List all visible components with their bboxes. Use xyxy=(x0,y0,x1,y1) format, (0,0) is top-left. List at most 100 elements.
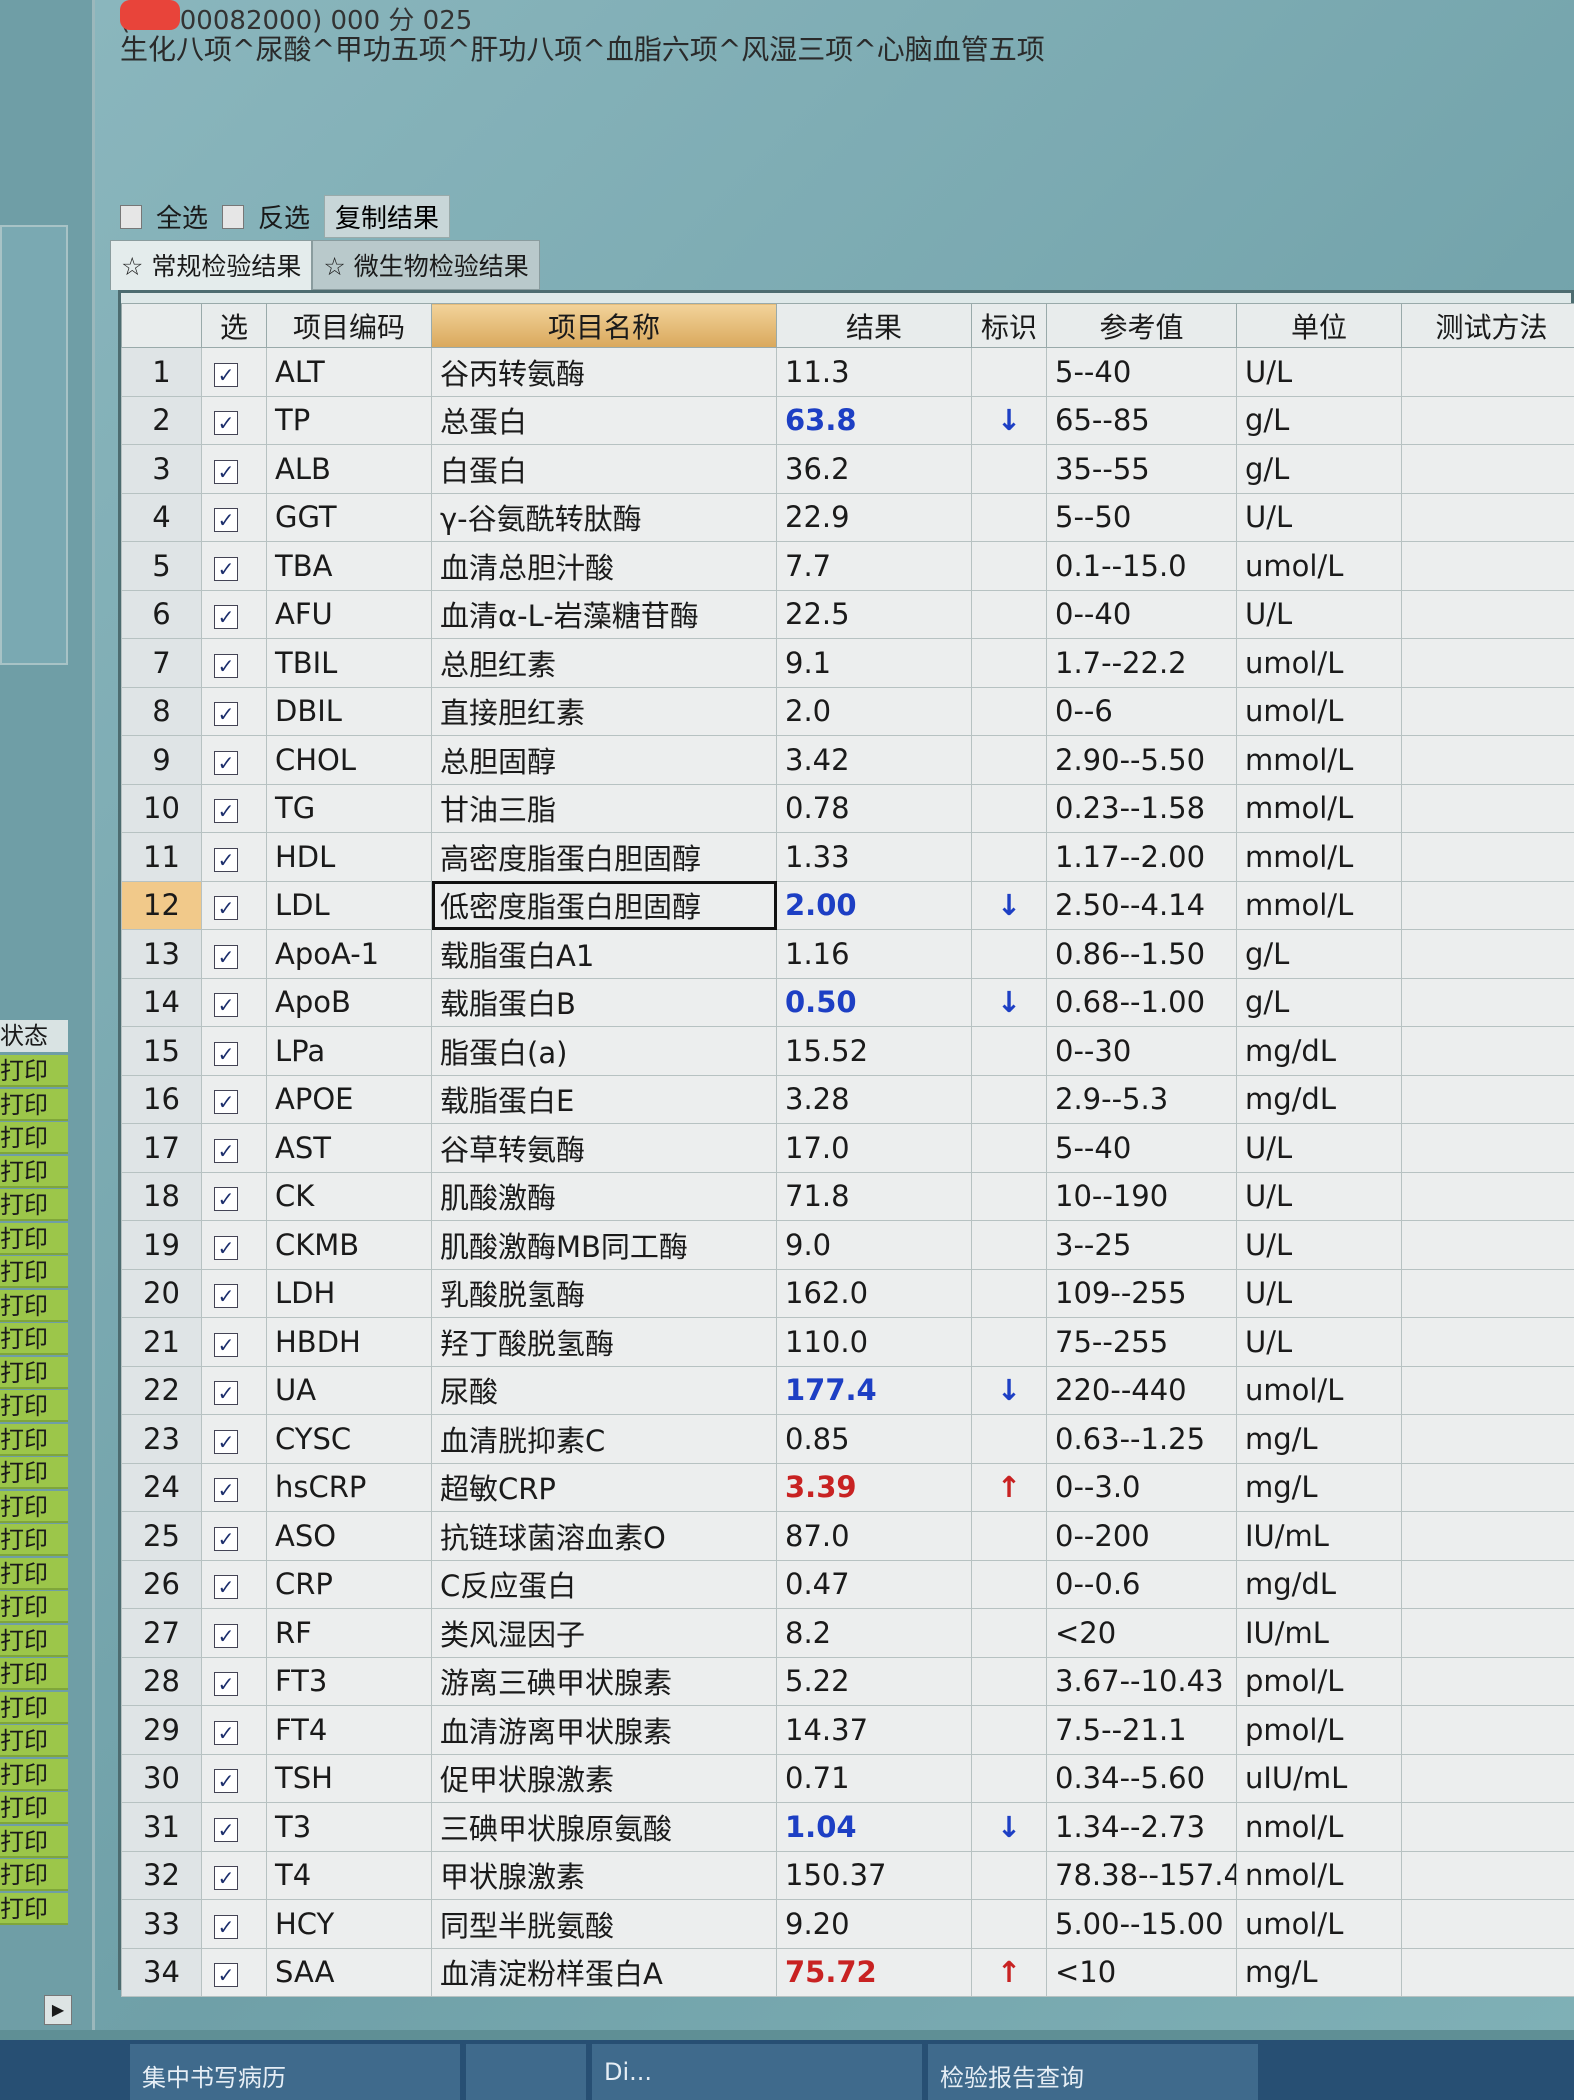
status-cell[interactable]: 打印 xyxy=(0,1222,68,1255)
table-row[interactable]: 30 ✓ TSH 促甲状腺激素 0.71 0.34--5.60 uIU/mL xyxy=(121,1753,1574,1803)
table-row[interactable]: 28 ✓ FT3 游离三碘甲状腺素 5.22 3.67--10.43 pmol/L xyxy=(121,1656,1574,1706)
table-row[interactable]: 16 ✓ APOE 载脂蛋白E 3.28 2.9--5.3 mg/dL xyxy=(121,1074,1574,1124)
select-header[interactable]: 选 xyxy=(201,303,267,348)
item-name[interactable]: C反应蛋白 xyxy=(431,1559,777,1609)
row-number[interactable]: 14 xyxy=(121,977,202,1027)
row-select-cell[interactable]: ✓ xyxy=(201,977,267,1027)
table-row[interactable]: 15 ✓ LPa 脂蛋白(a) 15.52 0--30 mg/dL xyxy=(121,1026,1574,1076)
row-checkbox[interactable]: ✓ xyxy=(214,1672,238,1697)
row-checkbox[interactable]: ✓ xyxy=(214,944,238,969)
item-name[interactable]: 同型半胱氨酸 xyxy=(431,1899,777,1949)
row-select-cell[interactable]: ✓ xyxy=(201,1899,267,1949)
row-select-cell[interactable]: ✓ xyxy=(201,1074,267,1124)
item-name[interactable]: 血清淀粉样蛋白A xyxy=(431,1947,777,1997)
row-select-cell[interactable]: ✓ xyxy=(201,1753,267,1803)
table-row[interactable]: 10 ✓ TG 甘油三脂 0.78 0.23--1.58 mmol/L xyxy=(121,783,1574,833)
status-cell[interactable]: 打印 xyxy=(0,1323,68,1355)
row-checkbox[interactable]: ✓ xyxy=(214,508,238,533)
row-number[interactable]: 32 xyxy=(121,1850,202,1900)
row-checkbox[interactable]: ✓ xyxy=(214,1429,238,1454)
row-checkbox[interactable]: ✓ xyxy=(214,1041,238,1066)
row-checkbox[interactable]: ✓ xyxy=(214,1381,238,1406)
table-row[interactable]: 11 ✓ HDL 高密度脂蛋白胆固醇 1.33 1.17--2.00 mmol/L xyxy=(121,832,1574,882)
row-checkbox[interactable]: ✓ xyxy=(214,1090,238,1115)
table-row[interactable]: 22 ✓ UA 尿酸 177.4 ↓ 220--440 umol/L xyxy=(121,1365,1574,1415)
status-cell[interactable]: 打印 xyxy=(0,1825,68,1858)
row-checkbox[interactable]: ✓ xyxy=(214,750,238,775)
table-row[interactable]: 23 ✓ CYSC 血清胱抑素C 0.85 0.63--1.25 mg/L xyxy=(121,1414,1574,1464)
table-row[interactable]: 18 ✓ CK 肌酸激酶 71.8 10--190 U/L xyxy=(121,1171,1574,1221)
status-cell[interactable]: 打印 xyxy=(0,1356,68,1389)
row-number[interactable]: 16 xyxy=(121,1074,202,1124)
table-row[interactable]: 17 ✓ AST 谷草转氨酶 17.0 5--40 U/L xyxy=(121,1123,1574,1173)
row-checkbox[interactable]: ✓ xyxy=(214,1478,238,1503)
row-select-cell[interactable]: ✓ xyxy=(201,1171,267,1221)
row-number[interactable]: 23 xyxy=(121,1414,202,1464)
table-row[interactable]: 14 ✓ ApoB 载脂蛋白B 0.50 ↓ 0.68--1.00 g/L xyxy=(121,977,1574,1027)
row-select-cell[interactable]: ✓ xyxy=(201,1365,267,1415)
item-name[interactable]: 载脂蛋白E xyxy=(431,1074,777,1124)
invert-selection-label[interactable]: 反选 xyxy=(258,198,310,235)
taskbar-item[interactable]: 集中书写病历 xyxy=(130,2044,460,2100)
status-cell[interactable]: 打印 xyxy=(0,1055,68,1087)
row-number[interactable]: 13 xyxy=(121,929,202,979)
tab-microbiology-results[interactable]: ☆ 微生物检验结果 xyxy=(312,240,540,290)
row-checkbox[interactable]: ✓ xyxy=(214,993,238,1018)
row-number[interactable]: 18 xyxy=(121,1171,202,1221)
scroll-right-arrow-icon[interactable]: ▶ xyxy=(44,1995,72,2025)
status-cell[interactable]: 打印 xyxy=(0,1524,68,1556)
row-number[interactable]: 25 xyxy=(121,1511,202,1561)
item-name[interactable]: 谷丙转氨酶 xyxy=(431,347,777,397)
row-checkbox[interactable]: ✓ xyxy=(214,702,238,727)
row-select-cell[interactable]: ✓ xyxy=(201,444,267,494)
row-number[interactable]: 24 xyxy=(121,1462,202,1512)
row-checkbox[interactable]: ✓ xyxy=(214,1623,238,1648)
row-number-header[interactable] xyxy=(121,303,202,348)
row-select-cell[interactable]: ✓ xyxy=(201,1268,267,1318)
select-all-label[interactable]: 全选 xyxy=(156,198,208,235)
table-row[interactable]: 1 ✓ ALT 谷丙转氨酶 11.3 5--40 U/L xyxy=(121,347,1574,397)
row-number[interactable]: 12 xyxy=(121,880,202,930)
row-number[interactable]: 4 xyxy=(121,492,202,542)
status-cell[interactable]: 打印 xyxy=(0,1859,68,1891)
item-name[interactable]: 总蛋白 xyxy=(431,395,777,445)
item-name[interactable]: 血清α-L-岩藻糖苷酶 xyxy=(431,589,777,639)
item-name-header[interactable]: 项目名称 xyxy=(431,303,777,348)
item-name[interactable]: 肌酸激酶MB同工酶 xyxy=(431,1220,777,1270)
row-select-cell[interactable]: ✓ xyxy=(201,1511,267,1561)
row-select-cell[interactable]: ✓ xyxy=(201,638,267,688)
item-name[interactable]: 三碘甲状腺原氨酸 xyxy=(431,1802,777,1852)
row-checkbox[interactable]: ✓ xyxy=(214,362,238,387)
row-select-cell[interactable]: ✓ xyxy=(201,1656,267,1706)
row-select-cell[interactable]: ✓ xyxy=(201,1608,267,1658)
row-checkbox[interactable]: ✓ xyxy=(214,1575,238,1600)
row-number[interactable]: 22 xyxy=(121,1365,202,1415)
table-row[interactable]: 25 ✓ ASO 抗链球菌溶血素O 87.0 0--200 IU/mL xyxy=(121,1511,1574,1561)
row-number[interactable]: 2 xyxy=(121,395,202,445)
row-checkbox[interactable]: ✓ xyxy=(214,1720,238,1745)
status-cell[interactable]: 打印 xyxy=(0,1189,68,1221)
row-checkbox[interactable]: ✓ xyxy=(214,653,238,678)
select-all-checkbox[interactable] xyxy=(120,204,142,229)
result-header[interactable]: 结果 xyxy=(776,303,972,348)
table-row[interactable]: 26 ✓ CRP C反应蛋白 0.47 0--0.6 mg/dL xyxy=(121,1559,1574,1609)
table-row[interactable]: 12 ✓ LDL 低密度脂蛋白胆固醇 2.00 ↓ 2.50--4.14 mmol/L xyxy=(121,880,1574,930)
row-checkbox[interactable]: ✓ xyxy=(214,411,238,436)
row-select-cell[interactable]: ✓ xyxy=(201,1462,267,1512)
table-row[interactable]: 3 ✓ ALB 白蛋白 36.2 35--55 g/L xyxy=(121,444,1574,494)
taskbar-item[interactable]: Di... xyxy=(592,2044,922,2100)
row-select-cell[interactable]: ✓ xyxy=(201,1123,267,1173)
flag-header[interactable]: 标识 xyxy=(971,303,1047,348)
row-checkbox[interactable]: ✓ xyxy=(214,1769,238,1794)
item-name[interactable]: 促甲状腺激素 xyxy=(431,1753,777,1803)
item-name[interactable]: 载脂蛋白A1 xyxy=(431,929,777,979)
item-name[interactable]: 血清总胆汁酸 xyxy=(431,541,777,591)
row-select-cell[interactable]: ✓ xyxy=(201,1220,267,1270)
row-checkbox[interactable]: ✓ xyxy=(214,1138,238,1163)
item-name[interactable]: 超敏CRP xyxy=(431,1462,777,1512)
row-checkbox[interactable]: ✓ xyxy=(214,799,238,824)
status-cell[interactable]: 打印 xyxy=(0,1256,68,1288)
table-row[interactable]: 6 ✓ AFU 血清α-L-岩藻糖苷酶 22.5 0--40 U/L xyxy=(121,589,1574,639)
row-checkbox[interactable]: ✓ xyxy=(214,1187,238,1212)
item-name[interactable]: 高密度脂蛋白胆固醇 xyxy=(431,832,777,882)
